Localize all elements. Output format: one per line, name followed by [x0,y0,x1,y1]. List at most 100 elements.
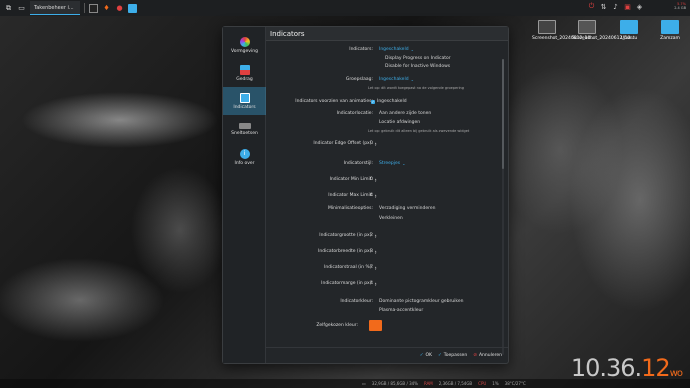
desktop-icon-screenshot-1[interactable]: Screenshot_20240612_10... [532,20,595,41]
checkbox-label: Ingeschakeld [377,99,407,104]
row-width: Indicatorbreedte (in px): 8 ▴ ▾ [266,247,506,256]
spin-arrows-icon[interactable]: ▴ ▾ [375,233,377,238]
spin-arrows-icon[interactable]: ▴ ▾ [375,193,377,198]
margin-spinbox[interactable]: 4 ▴ ▾ [370,281,376,286]
terminal-icon[interactable] [89,3,98,13]
sidebar-item-gedrag[interactable]: Gedrag [223,59,266,87]
location-label: Indicatorlocatie: [336,111,373,116]
spin-arrows-icon[interactable]: ▴ ▾ [375,265,377,270]
clock-hours-minutes: 10.36. [570,354,642,382]
page-title: Indicators [270,29,305,38]
notifications-icon[interactable]: ◈ [635,2,644,11]
folder-icon [661,20,679,34]
grouping-hint: Let op: dit wordt toegepast na de volgen… [368,85,464,90]
desktop-icon-zamzam[interactable]: Zamzam [655,20,685,41]
row-max-limit: Indicator Max Limit: 4 ▴ ▾ [266,191,506,200]
size-label: Indicatorgrootte (in px): [319,233,373,238]
desktop-icon-ubuntu[interactable]: Ubuntu [614,20,644,41]
info-icon: i [239,148,250,159]
network-icon[interactable]: ⇅ [599,2,608,11]
palette-icon [239,36,250,47]
max-limit-spinbox[interactable]: 4 ▴ ▾ [370,193,376,198]
clock-day: wo [669,368,683,379]
row-indicators: Indicators: Ingeschakeld ⌄ [266,45,506,54]
clipboard-icon[interactable]: ▣ [623,2,632,11]
settings-app-icon[interactable] [128,3,137,13]
desktop-icon-screenshot-2[interactable]: Screenshot_20240612_10... [572,20,635,41]
style-label: Indicatorstijl: [343,161,373,166]
firefox-icon[interactable]: ● [115,4,124,13]
row-min-limit: Indicator Min Limit: 0 ▴ ▾ [266,175,506,184]
grouping-combo[interactable]: Ingeschakeld ⌄ [379,77,414,82]
location-opposite-option[interactable]: Aan andere zijde tonen [379,111,431,116]
color-accent-option[interactable]: Plasma-accentkleur [379,308,423,313]
margin-label: Indicatormarge (in px): [321,281,373,286]
option-label: Verkleinen [379,216,403,221]
power-icon[interactable]: ⏻ [587,2,596,11]
app-launcher-icon[interactable]: ⧉ [4,4,13,13]
style-combo[interactable]: Streepjes ⌄ [379,161,406,166]
cancel-button[interactable]: ⊘ Annuleren [473,353,502,358]
row-edge-offset: Indicator Edge Offset (px): 0 ▴ ▾ [266,139,506,148]
checkbox [379,65,383,69]
disable-inactive-option[interactable]: Disable for Inactive Windows [379,64,450,69]
color-dominant-option[interactable]: Dominante pictogramkleur gebruiken [379,299,463,304]
cpu-usage: 1% [492,381,499,386]
scrollbar[interactable] [502,59,504,355]
desktop-clock: 10.36.12wo [570,354,683,382]
custom-color-button[interactable] [369,319,382,331]
apply-button[interactable]: ✓ Toepassen [438,353,467,358]
location-force-option[interactable]: Locatie afdwingen [379,120,420,125]
behavior-icon [239,64,250,75]
option-label: Plasma-accentkleur [379,308,424,313]
spin-arrows-icon[interactable]: ▴ ▾ [375,141,377,146]
width-label: Indicatorbreedte (in px): [318,249,373,254]
spin-arrows-icon[interactable]: ▴ ▾ [375,177,377,182]
row-grouping-hint: Let op: dit wordt toegepast na de volgen… [266,83,506,92]
pager-icon[interactable]: ▭ [17,4,26,13]
display-progress-option[interactable]: Display Progress on Indicator [379,56,451,61]
width-spinbox[interactable]: 8 ▴ ▾ [370,249,376,254]
option-label: Disable for Inactive Windows [385,64,451,69]
indicators-icon [239,92,250,103]
cancel-icon: ⊘ [473,353,477,358]
minimize-shrink-option[interactable]: Verkleinen [379,216,403,221]
sidebar-item-sneltoetsen[interactable]: Sneltoetsen [223,115,266,143]
radius-spinbox[interactable]: 7 ▴ ▾ [370,265,376,270]
row-color: Indicatorkleur: Dominante pictogramkleur… [266,297,506,306]
ram-label: RAM [423,381,433,386]
folder-icon [620,20,638,34]
scrollbar-thumb[interactable] [502,59,504,169]
volume-icon[interactable]: ♪ [611,2,620,11]
spin-value: 0 [370,141,373,146]
desktop-icon-label: Screenshot_20240612_10... [532,36,595,41]
max-limit-label: Indicator Max Limit: [328,193,373,198]
sidebar-item-vormgeving[interactable]: Vormgeving [223,31,266,59]
top-panel: ⧉ ▭ Takenbeheer i... ♦ ● ⏻ ⇅ ♪ ▣ ◈ 5.7% … [0,0,690,16]
sidebar-item-label: Sneltoetsen [231,130,258,136]
ok-button[interactable]: ✓ OK [420,353,432,358]
min-limit-spinbox[interactable]: 0 ▴ ▾ [370,177,376,182]
row-location: Indicatorlocatie: Aan andere zijde tonen [266,109,506,118]
spin-arrows-icon[interactable]: ▴ ▾ [375,281,377,286]
spin-value: 8 [370,249,373,254]
spin-arrows-icon[interactable]: ▴ ▾ [375,249,377,254]
radius-label: Indicatorstraal (in %): [324,265,373,270]
minimize-desaturate-option[interactable]: Verzadiging verminderen [379,206,436,211]
chevron-down-icon: ⌄ [410,47,414,52]
edge-offset-spinbox[interactable]: 0 ▴ ▾ [370,141,376,146]
color-label: Indicatorkleur: [340,299,373,304]
sidebar-item-indicators[interactable]: Indicators [223,87,266,115]
cpu-label: CPU [478,381,487,386]
option-label: Verzadiging verminderen [379,206,436,211]
sidebar-item-info[interactable]: i Info over [223,143,266,171]
sidebar-item-label: Info over [234,160,255,166]
option-label: Dominante pictogramkleur gebruiken [379,299,464,304]
indicators-combo[interactable]: Ingeschakeld ⌄ [379,47,414,52]
size-spinbox[interactable]: 2 ▴ ▾ [370,233,376,238]
spin-value: 2 [370,233,373,238]
brave-icon[interactable]: ♦ [102,4,111,13]
animations-checkbox[interactable]: ✓ Ingeschakeld [371,99,407,104]
ram-usage: 2,36GB / 7,54GB [438,381,473,386]
task-takenbeheer[interactable]: Takenbeheer i... [30,1,80,15]
